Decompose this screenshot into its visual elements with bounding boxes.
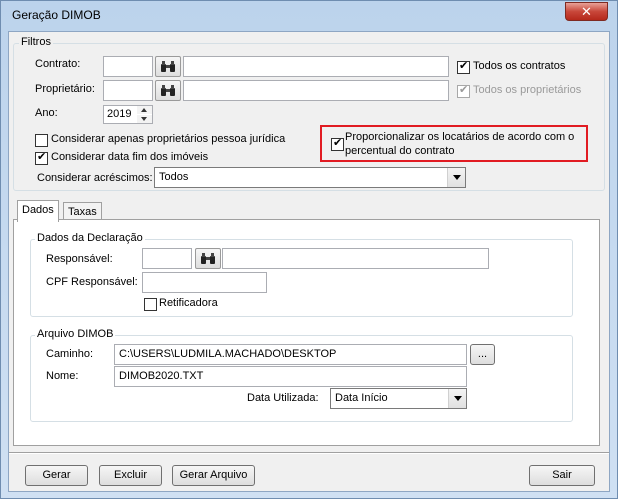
ano-down-arrow[interactable] [137,115,152,123]
data-fim-checkbox[interactable]: ✔ [35,151,48,165]
ano-spinner[interactable]: 2019 [103,105,153,124]
acrescimos-select[interactable]: Todos [154,167,466,188]
proprietario-label: Proprietário: [35,83,95,95]
todos-proprietarios-checkbox[interactable]: ✔ [457,84,470,98]
contrato-search-button[interactable] [155,56,181,77]
ano-value: 2019 [107,108,132,120]
tab-panel-dados: Dados da Declaração Responsável: CPF Res… [13,219,600,446]
cpf-label: CPF Responsável: [46,276,138,288]
cpf-input[interactable] [142,272,267,293]
close-button[interactable]: ✕ [565,2,608,21]
dados-declaracao-legend: Dados da Declaração [35,232,145,244]
contrato-label: Contrato: [35,58,81,70]
tab-dados[interactable]: Dados [17,200,59,222]
gerar-button[interactable]: Gerar [25,465,88,486]
contrato-desc-input[interactable] [183,56,449,77]
todos-contratos-label: Todos os contratos [473,60,566,72]
acrescimos-value: Todos [159,171,189,183]
binoculars-icon [201,253,215,264]
todos-contratos-checkbox[interactable]: ✔ [457,60,470,74]
responsavel-desc-input[interactable] [222,248,489,269]
responsavel-code-input[interactable] [142,248,192,269]
responsavel-search-button[interactable] [195,248,221,269]
caminho-label: Caminho: [46,348,94,360]
filtros-legend: Filtros [19,36,53,48]
client-area: Filtros Contrato: ✔ Todos os contratos P… [8,31,610,492]
proporcionalizar-checkbox[interactable]: ✔ [331,137,344,151]
contrato-code-input[interactable] [103,56,153,77]
binoculars-icon [161,85,175,96]
ano-label: Ano: [35,107,58,119]
check-mark-icon: ✔ [459,84,469,96]
proporcionalizar-label-line1: Proporcionalizar os locatários de acordo… [345,131,575,143]
ano-up-arrow[interactable] [137,106,152,114]
nome-label: Nome: [46,370,79,382]
title-bar: Geração DIMOB ✕ [1,1,617,29]
acrescimos-label: Considerar acréscimos: [37,172,153,184]
dimob-window: Geração DIMOB ✕ Filtros Contrato: ✔ Todo… [0,0,618,499]
todos-proprietarios-label: Todos os proprietários [473,84,582,96]
caminho-input[interactable]: C:\USERS\LUDMILA.MACHADO\DESKTOP [114,344,467,365]
proprietario-desc-input[interactable] [183,80,449,101]
excluir-button[interactable]: Excluir [99,465,162,486]
footer-separator [9,452,609,454]
binoculars-icon [161,61,175,72]
data-utilizada-select[interactable]: Data Início [330,388,467,409]
retificadora-label: Retificadora [159,297,218,309]
nome-input[interactable]: DIMOB2020.TXT [114,366,467,387]
proporcionalizar-label-line2: percentual do contrato [345,145,455,157]
gerar-arquivo-button[interactable]: Gerar Arquivo [172,465,255,486]
chevron-down-icon[interactable] [448,389,466,408]
proprietario-code-input[interactable] [103,80,153,101]
pessoa-juridica-checkbox[interactable] [35,134,48,147]
window-title: Geração DIMOB [12,8,101,22]
responsavel-label: Responsável: [46,253,113,265]
sair-button[interactable]: Sair [529,465,595,486]
proprietario-search-button[interactable] [155,80,181,101]
chevron-down-icon[interactable] [447,168,465,187]
data-utilizada-label: Data Utilizada: [247,392,319,404]
retificadora-checkbox[interactable] [144,298,157,311]
data-utilizada-value: Data Início [335,392,388,404]
data-fim-label: Considerar data fim dos imóveis [51,151,209,163]
check-mark-icon: ✔ [333,137,343,149]
arquivo-legend: Arquivo DIMOB [35,328,116,340]
check-mark-icon: ✔ [37,151,47,163]
check-mark-icon: ✔ [459,60,469,72]
browse-button[interactable]: ... [470,344,495,365]
pessoa-juridica-label: Considerar apenas proprietários pessoa j… [51,133,286,145]
